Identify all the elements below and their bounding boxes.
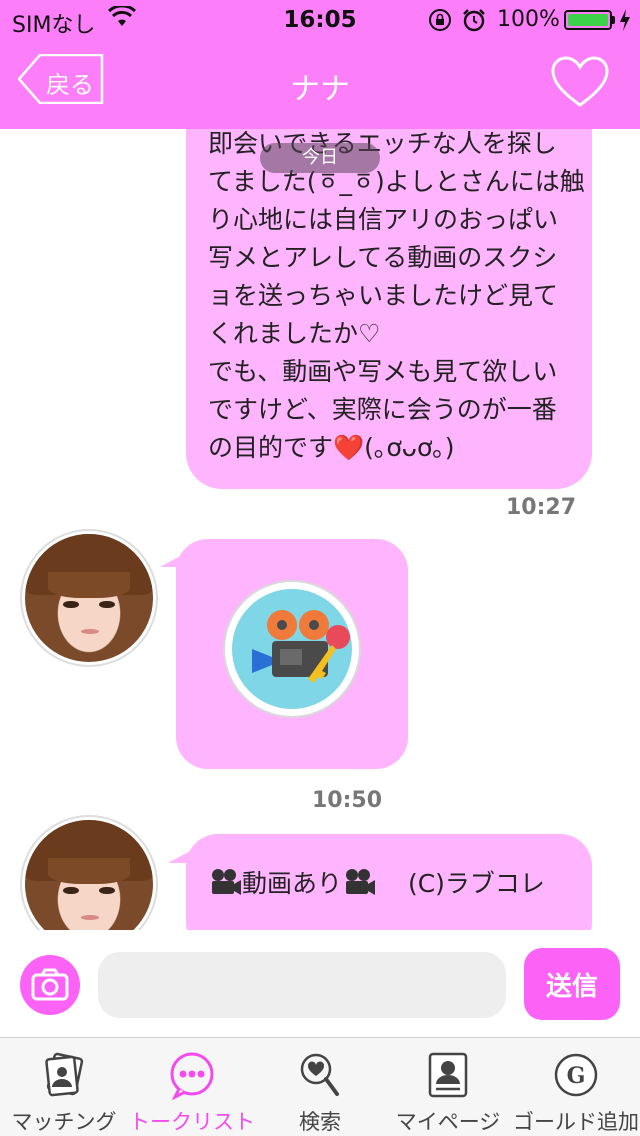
message-line: 写メとアレしてる動画のスクシ [208,243,558,272]
tab-search[interactable]: 検索 [256,1038,384,1136]
movie-camera-icon [212,869,241,895]
avatar[interactable] [20,815,158,930]
message-line: り心地には自信アリのおっぱい [208,205,559,234]
locked-video-camera-icon[interactable] [222,579,362,719]
top-bar: SIMなし 16:05 100% 戻る ナナ [0,0,640,129]
tab-gold-add[interactable]: G ゴールド追加 [512,1038,640,1136]
tab-label: トークリスト [129,1110,255,1134]
message-line: ですけど、実際に会うのが一番 [208,395,557,424]
outgoing-message-bubble: 即会いできるエッチな人を探し てました(ㆆ_ㆆ)よしとさんには触 り心地には自信… [186,129,592,489]
tab-bar: マッチング トークリスト 検索 マイページ G ゴールド追加 [0,1037,640,1136]
video-available-text: 動画あり [242,869,343,898]
chat-area[interactable]: 即会いできるエッチな人を探し てました(ㆆ_ㆆ)よしとさんには触 り心地には自信… [0,129,640,930]
tab-matching[interactable]: マッチング [0,1038,128,1136]
date-separator: 今日 [260,143,380,173]
message-line: てました(ㆆ_ㆆ)よしとさんには触 [208,167,585,196]
message-input[interactable] [98,952,506,1018]
battery-tip [612,16,615,24]
message-line: でも、動画や写メも見て欲しい [208,357,558,386]
orientation-lock-icon [429,9,451,31]
battery-icon [564,10,612,30]
message-line: の目的です❤️(｡ơᴗơ｡) [208,433,455,462]
heart-outline-icon[interactable] [551,56,609,108]
incoming-message-bubble: 動画あり (C)ラブコレ [186,834,592,930]
camera-icon [31,968,69,1001]
tab-label: マッチング [11,1110,117,1134]
tab-label: ゴールド追加 [513,1110,639,1134]
message-timestamp: 10:27 [506,495,577,520]
message-line: ョを送っちゃいましたけど見て [208,281,559,310]
credit-text: (C)ラブコレ [407,869,545,898]
svg-text:G: G [567,1063,586,1089]
matching-cards-icon [45,1052,84,1097]
message-input-bar: 送信 [0,930,640,1037]
profile-card-icon [428,1052,468,1098]
tab-talk-list[interactable]: トークリスト [128,1038,256,1136]
camera-button[interactable] [20,955,80,1015]
battery-percent: 100% [497,7,560,32]
avatar[interactable] [20,529,158,667]
charging-bolt-icon [620,9,630,31]
avatar-photo [25,820,153,930]
heart-search-icon [300,1053,339,1096]
tab-label: 検索 [299,1110,341,1134]
page-title: ナナ [290,72,350,107]
avatar-photo [25,534,153,662]
tab-label: マイページ [395,1110,501,1134]
movie-camera-icon [346,869,376,895]
status-bar: SIMなし 16:05 100% [0,0,640,40]
tab-my-page[interactable]: マイページ [384,1038,512,1136]
message-timestamp: 10:50 [312,788,383,813]
send-button[interactable]: 送信 [524,948,620,1020]
alarm-icon [463,9,485,32]
chat-bubble-icon [170,1052,214,1100]
gold-coin-icon: G [554,1053,598,1097]
message-line: くれましたか♡ [208,319,381,348]
